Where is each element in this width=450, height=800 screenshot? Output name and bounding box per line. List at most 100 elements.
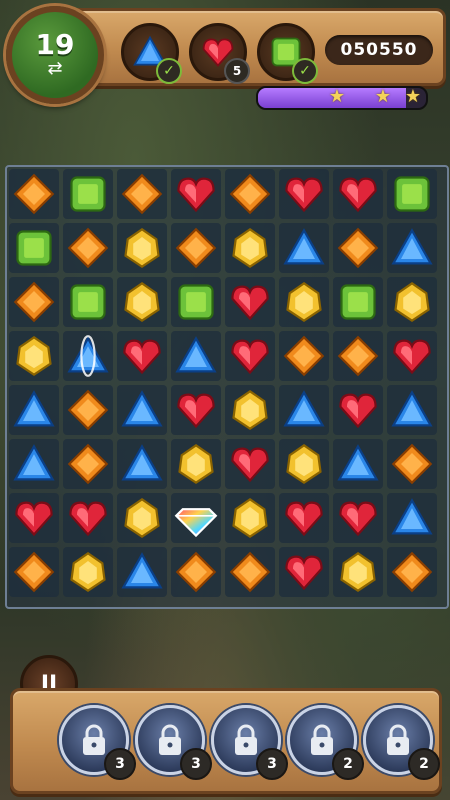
red-gem-icon xyxy=(12,496,56,540)
board-cell[interactable] xyxy=(225,439,275,489)
board-cell[interactable] xyxy=(9,385,59,435)
board-cell[interactable] xyxy=(117,169,167,219)
board-cell[interactable] xyxy=(225,331,275,381)
board-cell[interactable] xyxy=(9,547,59,597)
board-cell[interactable] xyxy=(9,169,59,219)
board-cell[interactable] xyxy=(9,331,59,381)
board-cell[interactable] xyxy=(333,439,383,489)
lock-icon xyxy=(83,724,105,755)
board-cell[interactable] xyxy=(279,385,329,435)
board-cell[interactable] xyxy=(171,169,221,219)
yellow-gem-icon xyxy=(282,280,326,324)
board-cell[interactable] xyxy=(225,493,275,543)
red-gem-icon xyxy=(228,280,272,324)
green-gem-icon xyxy=(12,226,56,270)
board-cell[interactable] xyxy=(225,277,275,327)
board-cell[interactable] xyxy=(63,493,113,543)
board-cell[interactable] xyxy=(333,169,383,219)
lock-icon xyxy=(311,724,333,755)
orange-gem-icon xyxy=(66,388,110,432)
board-cell[interactable] xyxy=(333,277,383,327)
board-cell[interactable] xyxy=(279,169,329,219)
board-cell[interactable] xyxy=(117,439,167,489)
red-gem-icon xyxy=(390,334,434,378)
board-cell[interactable] xyxy=(333,223,383,273)
yellow-gem-icon xyxy=(120,226,164,270)
board-cell[interactable] xyxy=(333,547,383,597)
board-cell[interactable] xyxy=(171,277,221,327)
board-cell[interactable] xyxy=(279,223,329,273)
board-cell[interactable] xyxy=(171,385,221,435)
red-gem-icon xyxy=(336,388,380,432)
booster-slot-2[interactable]: 3 xyxy=(135,705,212,780)
board-cell[interactable] xyxy=(117,385,167,435)
board-cell[interactable] xyxy=(63,439,113,489)
booster-slot-4[interactable]: 2 xyxy=(287,705,364,780)
yellow-gem-icon xyxy=(336,550,380,594)
board-cell[interactable] xyxy=(225,547,275,597)
board-cell[interactable] xyxy=(63,169,113,219)
board-cell[interactable] xyxy=(387,493,437,543)
yellow-gem-icon xyxy=(120,280,164,324)
goal-blue-gem: ✓ xyxy=(121,23,182,84)
board-cell[interactable] xyxy=(63,223,113,273)
rainbow-gem-icon xyxy=(174,496,218,540)
board-cell[interactable] xyxy=(63,385,113,435)
board-cell[interactable] xyxy=(279,277,329,327)
board-cell[interactable] xyxy=(117,493,167,543)
board-cell[interactable] xyxy=(279,547,329,597)
board-cell[interactable] xyxy=(387,223,437,273)
red-gem-icon xyxy=(282,496,326,540)
board-cell[interactable] xyxy=(387,439,437,489)
board-cell[interactable] xyxy=(63,331,113,381)
board-cell[interactable] xyxy=(387,547,437,597)
board-cell[interactable] xyxy=(171,223,221,273)
board-cell[interactable] xyxy=(387,385,437,435)
board-cell[interactable] xyxy=(387,169,437,219)
lock-icon xyxy=(235,724,257,755)
booster-slot-1[interactable]: 3 xyxy=(59,705,136,780)
board-cell[interactable] xyxy=(117,277,167,327)
board-cell[interactable] xyxy=(9,277,59,327)
yellow-gem-icon xyxy=(282,442,326,486)
blue-gem-icon xyxy=(282,226,326,270)
orange-gem-icon xyxy=(336,334,380,378)
board-cell[interactable] xyxy=(117,223,167,273)
yellow-gem-icon xyxy=(390,280,434,324)
board-cell[interactable] xyxy=(387,277,437,327)
red-gem-icon xyxy=(174,172,218,216)
board-cell[interactable] xyxy=(171,493,221,543)
board-cell[interactable] xyxy=(279,493,329,543)
booster-slot-5[interactable]: 2 xyxy=(363,705,440,780)
orange-gem-icon xyxy=(174,226,218,270)
red-gem-icon xyxy=(120,334,164,378)
board-cell[interactable] xyxy=(225,223,275,273)
board-cell[interactable] xyxy=(333,493,383,543)
board-cell[interactable] xyxy=(117,547,167,597)
orange-gem-icon xyxy=(390,442,434,486)
orange-gem-icon xyxy=(66,226,110,270)
board-cell[interactable] xyxy=(9,493,59,543)
board-cell[interactable] xyxy=(117,331,167,381)
booster-slot-3[interactable]: 3 xyxy=(211,705,288,780)
board-cell[interactable] xyxy=(171,331,221,381)
board-cell[interactable] xyxy=(333,331,383,381)
board-cell[interactable] xyxy=(279,439,329,489)
board-cell[interactable] xyxy=(333,385,383,435)
board-cell[interactable] xyxy=(225,169,275,219)
board-cell[interactable] xyxy=(279,331,329,381)
board-cell[interactable] xyxy=(63,277,113,327)
booster-count: 3 xyxy=(180,748,212,780)
board-cell[interactable] xyxy=(225,385,275,435)
board-cell[interactable] xyxy=(9,223,59,273)
blue-gem-icon xyxy=(120,442,164,486)
blue-gem-icon xyxy=(390,388,434,432)
board-cell[interactable] xyxy=(171,439,221,489)
orange-gem-icon xyxy=(66,442,110,486)
board-cell[interactable] xyxy=(387,331,437,381)
green-gem-icon xyxy=(336,280,380,324)
board-cell[interactable] xyxy=(171,547,221,597)
orange-gem-icon xyxy=(282,334,326,378)
board-cell[interactable] xyxy=(9,439,59,489)
board-cell[interactable] xyxy=(63,547,113,597)
